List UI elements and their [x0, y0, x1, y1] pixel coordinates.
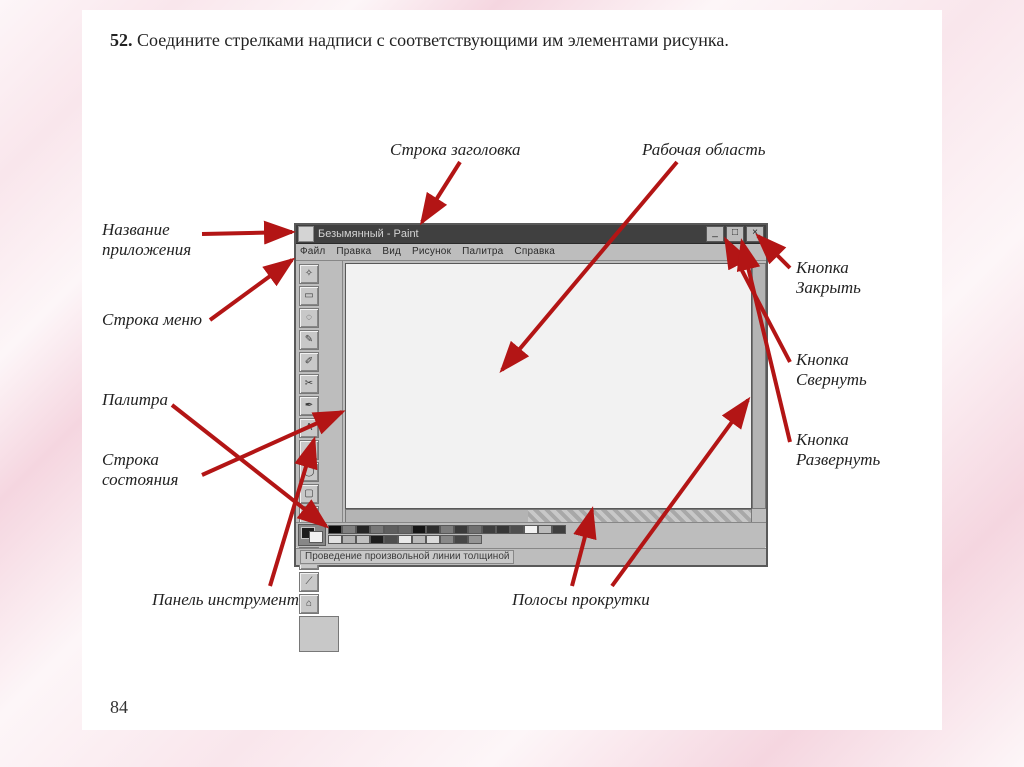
tool-button[interactable]: ⟋: [299, 572, 319, 592]
tool-button[interactable]: ／: [299, 440, 319, 460]
palette-swatch[interactable]: [468, 535, 482, 544]
paint-window: Безымянный - Paint _ □ × Файл Правка Вид…: [294, 223, 768, 567]
palette-swatch[interactable]: [342, 535, 356, 544]
palette-swatch[interactable]: [496, 525, 510, 534]
palette-swatch[interactable]: [454, 535, 468, 544]
window-body: ✧▭◌✎✐✂✒A／◯▢⬠◇⬭⟋⌂: [296, 261, 766, 523]
label-close: Кнопка Закрыть: [796, 258, 861, 299]
menu-item[interactable]: Файл: [300, 246, 325, 257]
tool-button[interactable]: A: [299, 418, 319, 438]
palette-swatch[interactable]: [426, 525, 440, 534]
question-text: 52. Соедините стрелками надписи с соотве…: [110, 28, 910, 52]
menu-item[interactable]: Рисунок: [412, 246, 451, 257]
tool-button[interactable]: ✧: [299, 264, 319, 284]
label-minimize: Кнопка Свернуть: [796, 350, 867, 391]
tool-button[interactable]: ⌂: [299, 594, 319, 614]
tool-options: [299, 616, 339, 652]
status-text: Проведение произвольной линии толщиной: [300, 550, 514, 564]
tool-button[interactable]: ▢: [299, 484, 319, 504]
tool-button[interactable]: ▭: [299, 286, 319, 306]
tool-button[interactable]: ✂: [299, 374, 319, 394]
palette-swatch[interactable]: [524, 525, 538, 534]
palette-swatch[interactable]: [328, 525, 342, 534]
tool-button[interactable]: ◌: [299, 308, 319, 328]
palette-row: [296, 522, 766, 547]
titlebar[interactable]: Безымянный - Paint _ □ ×: [296, 225, 766, 244]
vertical-scrollbar[interactable]: [752, 263, 766, 509]
palette-swatch[interactable]: [440, 525, 454, 534]
palette-swatch[interactable]: [384, 535, 398, 544]
menu-item[interactable]: Вид: [382, 246, 401, 257]
horizontal-scrollbar[interactable]: [345, 509, 752, 523]
tool-button[interactable]: ✎: [299, 330, 319, 350]
window-title: Безымянный - Paint: [318, 225, 419, 243]
canvas-area: [343, 261, 766, 523]
label-maximize: Кнопка Развернуть: [796, 430, 880, 471]
palette-swatch[interactable]: [398, 535, 412, 544]
toolbox: ✧▭◌✎✐✂✒A／◯▢⬠◇⬭⟋⌂: [296, 261, 343, 523]
palette-swatch[interactable]: [398, 525, 412, 534]
label-tools: Панель инструментов: [152, 590, 315, 610]
close-button[interactable]: ×: [746, 226, 764, 242]
page: 52. Соедините стрелками надписи с соотве…: [82, 10, 942, 730]
label-workarea: Рабочая область: [642, 140, 765, 160]
question-body: Соедините стрелками надписи с соответств…: [137, 30, 729, 50]
palette-swatch[interactable]: [454, 525, 468, 534]
app-icon: [298, 226, 314, 242]
palette-swatch[interactable]: [468, 525, 482, 534]
maximize-button[interactable]: □: [726, 226, 744, 242]
menu-item[interactable]: Справка: [514, 246, 555, 257]
palette-swatch[interactable]: [384, 525, 398, 534]
page-number: 84: [110, 697, 128, 718]
palette-swatch[interactable]: [538, 525, 552, 534]
label-scrollbars: Полосы прокрутки: [512, 590, 650, 610]
menu-bar[interactable]: Файл Правка Вид Рисунок Палитра Справка: [296, 244, 766, 261]
question-number: 52.: [110, 30, 133, 50]
menu-item[interactable]: Палитра: [462, 246, 503, 257]
tool-button[interactable]: ◯: [299, 462, 319, 482]
palette-swatch[interactable]: [370, 535, 384, 544]
palette-swatch[interactable]: [356, 525, 370, 534]
palette-swatch[interactable]: [356, 535, 370, 544]
palette-swatch[interactable]: [342, 525, 356, 534]
palette-selected[interactable]: [298, 524, 326, 546]
label-appname: Название приложения: [102, 220, 191, 261]
tool-button[interactable]: ✐: [299, 352, 319, 372]
label-status: Строка состояния: [102, 450, 178, 491]
palette-swatch[interactable]: [440, 535, 454, 544]
palette-swatch[interactable]: [328, 535, 342, 544]
menu-item[interactable]: Правка: [336, 246, 371, 257]
status-bar: Проведение произвольной линии толщиной: [296, 548, 766, 565]
palette-swatches: [328, 525, 568, 545]
label-palette: Палитра: [102, 390, 168, 410]
palette-swatch[interactable]: [412, 525, 426, 534]
drawing-canvas[interactable]: [345, 263, 752, 509]
palette-swatch[interactable]: [510, 525, 524, 534]
minimize-button[interactable]: _: [706, 226, 724, 242]
palette-swatch[interactable]: [412, 535, 426, 544]
label-titlebar: Строка заголовка: [390, 140, 521, 160]
label-menuline: Строка меню: [102, 310, 202, 330]
tool-button[interactable]: ✒: [299, 396, 319, 416]
palette-swatch[interactable]: [370, 525, 384, 534]
palette-swatch[interactable]: [552, 525, 566, 534]
palette-swatch[interactable]: [482, 525, 496, 534]
window-controls: _ □ ×: [704, 226, 764, 242]
palette-swatch[interactable]: [426, 535, 440, 544]
